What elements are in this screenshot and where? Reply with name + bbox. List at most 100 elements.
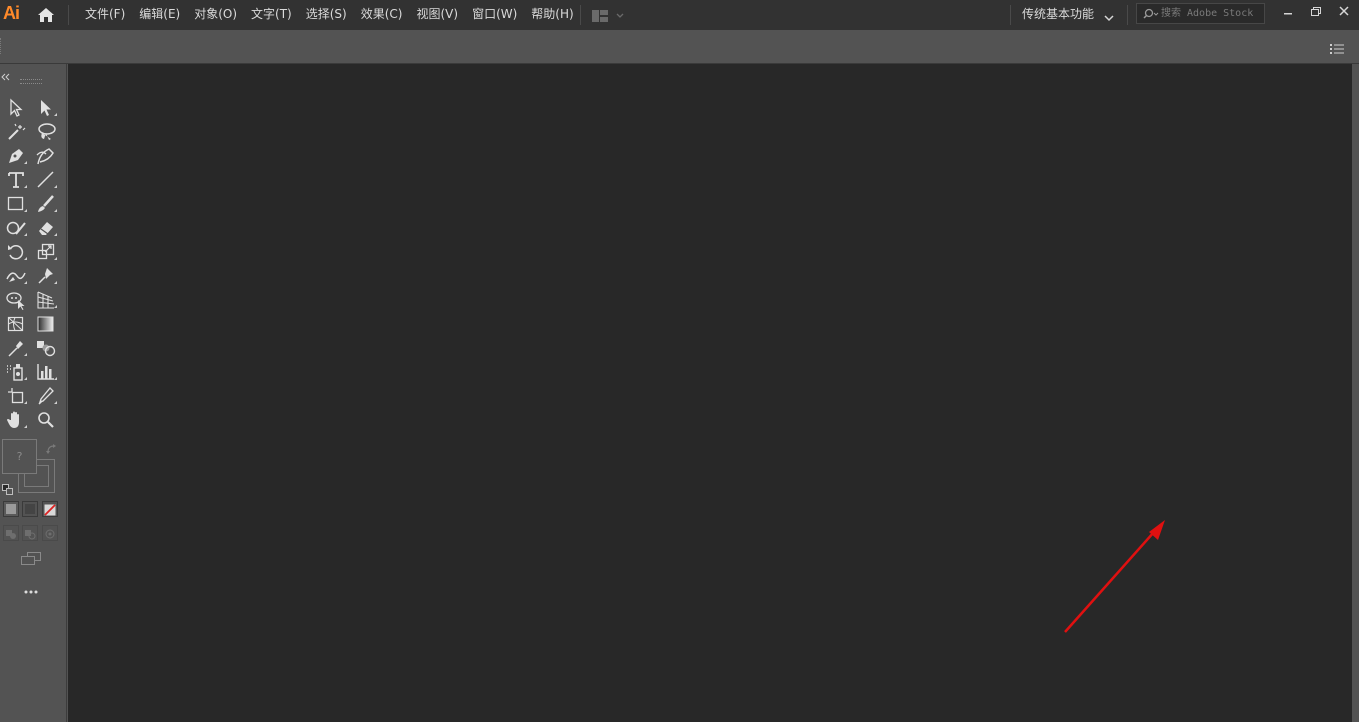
- color-mode-button[interactable]: [3, 501, 19, 517]
- menu-bar: Ai 文件(F) 编辑(E) 对象(O) 文字(T) 选择(S) 效果(C) 视…: [0, 0, 1359, 30]
- blend-tool[interactable]: [34, 337, 58, 359]
- eyedropper-icon: [8, 341, 27, 357]
- chevron-down-icon[interactable]: [1103, 9, 1115, 22]
- shape-builder-icon: [6, 292, 25, 310]
- arrange-documents-icon: [592, 10, 624, 22]
- fill-swatch[interactable]: ?: [2, 439, 37, 474]
- draw-behind-button[interactable]: [22, 525, 38, 541]
- rotate-tool[interactable]: [4, 241, 28, 263]
- direct-selection-tool[interactable]: [34, 97, 58, 119]
- selection-tool[interactable]: [4, 97, 28, 119]
- more-icon: [24, 590, 38, 594]
- menu-object[interactable]: 对象(O): [187, 0, 244, 30]
- home-button[interactable]: [36, 5, 56, 25]
- gradient-tool[interactable]: [34, 313, 58, 335]
- paintbrush-tool[interactable]: [34, 193, 58, 215]
- mesh-icon: [7, 316, 24, 332]
- magic-wand-icon: [8, 123, 26, 140]
- annotation-arrow-icon: [1064, 520, 1165, 633]
- workspace-switcher[interactable]: 传统基本功能: [1022, 0, 1094, 28]
- control-bar-grip[interactable]: [0, 38, 4, 54]
- paintbrush-icon: [38, 195, 57, 212]
- gradient-swatch-icon: [25, 504, 35, 514]
- lasso-icon: [38, 123, 56, 140]
- close-button[interactable]: [1333, 3, 1355, 21]
- artboard-icon: [8, 388, 27, 404]
- shape-builder-tool[interactable]: [4, 289, 28, 311]
- menu-select[interactable]: 选择(S): [299, 0, 354, 30]
- puppet-warp-tool[interactable]: [34, 265, 58, 287]
- tools-panel-grip[interactable]: [20, 79, 42, 84]
- swap-fill-stroke-button[interactable]: [45, 440, 59, 454]
- screen-mode-icon: [21, 552, 41, 565]
- scale-tool[interactable]: [34, 241, 58, 263]
- width-icon: [6, 272, 27, 284]
- rectangle-tool[interactable]: [4, 193, 28, 215]
- none-swatch-icon: [44, 504, 56, 516]
- menu-divider: [68, 5, 69, 25]
- draw-inside-button[interactable]: [42, 525, 58, 541]
- shaper-tool[interactable]: [4, 217, 28, 239]
- eraser-tool[interactable]: [34, 217, 58, 239]
- screen-mode-button[interactable]: [19, 551, 43, 567]
- draw-normal-icon: [6, 530, 16, 539]
- lasso-tool[interactable]: [34, 121, 58, 143]
- draw-normal-button[interactable]: [3, 525, 19, 541]
- arrange-documents-button[interactable]: [591, 8, 627, 22]
- menu-edit[interactable]: 编辑(E): [132, 0, 187, 30]
- rectangle-icon: [7, 196, 27, 212]
- magic-wand-tool[interactable]: [4, 121, 28, 143]
- gradient-icon: [37, 316, 54, 332]
- type-tool[interactable]: [4, 169, 28, 191]
- menu-type[interactable]: 文字(T): [244, 0, 299, 30]
- column-graph-tool[interactable]: [34, 361, 58, 383]
- curvature-tool[interactable]: [34, 145, 58, 167]
- menu-file[interactable]: 文件(F): [78, 0, 132, 30]
- shaper-icon: [6, 221, 27, 236]
- panel-menu-button[interactable]: [1330, 40, 1344, 54]
- menu-effect[interactable]: 效果(C): [354, 0, 410, 30]
- selection-icon: [10, 98, 23, 117]
- minimize-icon: [1284, 13, 1292, 15]
- menu-window[interactable]: 窗口(W): [465, 0, 524, 30]
- zoom-tool[interactable]: [34, 409, 58, 431]
- direct-selection-icon: [41, 100, 57, 116]
- hand-tool[interactable]: [4, 409, 28, 431]
- none-mode-button[interactable]: [42, 501, 58, 517]
- perspective-grid-icon: [37, 291, 57, 309]
- menu-divider: [580, 5, 581, 25]
- pen-tool[interactable]: [4, 145, 28, 167]
- hand-icon: [7, 411, 27, 428]
- stock-search[interactable]: [1136, 3, 1265, 24]
- draw-inside-icon: [45, 529, 55, 539]
- width-tool[interactable]: [4, 265, 28, 287]
- blend-icon: [37, 341, 56, 357]
- document-canvas[interactable]: [68, 64, 1352, 722]
- restore-button[interactable]: [1305, 3, 1327, 21]
- menu-help[interactable]: 帮助(H): [524, 0, 580, 30]
- type-icon: [8, 172, 27, 188]
- default-fill-stroke-button[interactable]: [2, 480, 14, 495]
- tools-panel: ?: [0, 64, 67, 722]
- edit-toolbar-button[interactable]: [21, 584, 41, 598]
- double-chevron-left-icon: [1, 73, 10, 81]
- perspective-grid-tool[interactable]: [34, 289, 58, 311]
- slice-tool[interactable]: [34, 385, 58, 407]
- line-segment-icon: [37, 171, 57, 188]
- mesh-tool[interactable]: [4, 313, 28, 335]
- minimize-button[interactable]: [1277, 3, 1299, 21]
- zoom-icon: [38, 412, 54, 428]
- artboard-tool[interactable]: [4, 385, 28, 407]
- eraser-icon: [39, 222, 57, 236]
- close-icon: [1339, 6, 1349, 16]
- menu-view[interactable]: 视图(V): [409, 0, 465, 30]
- collapse-panel-button[interactable]: [1, 66, 11, 81]
- panel-menu-icon: [1330, 44, 1344, 54]
- search-input[interactable]: [1161, 5, 1261, 22]
- default-colors-icon: [2, 484, 13, 495]
- color-swatch-icon: [6, 504, 16, 514]
- symbol-sprayer-tool[interactable]: [4, 361, 28, 383]
- gradient-mode-button[interactable]: [22, 501, 38, 517]
- line-segment-tool[interactable]: [34, 169, 58, 191]
- eyedropper-tool[interactable]: [4, 337, 28, 359]
